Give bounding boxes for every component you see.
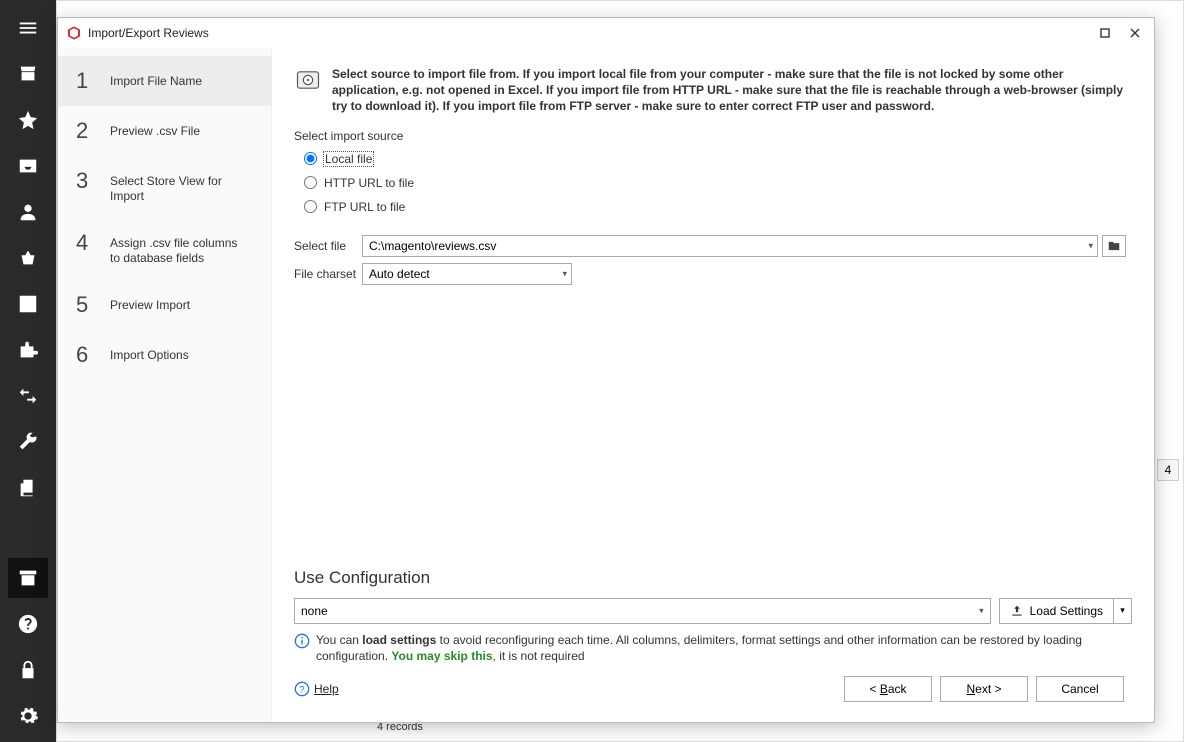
back-u: B — [880, 682, 888, 696]
nav-lock-icon[interactable] — [8, 650, 48, 690]
radio-ftp-url[interactable]: FTP URL to file — [294, 195, 1132, 219]
radio-ftp-url-input[interactable] — [304, 200, 317, 213]
next-u: N — [966, 682, 975, 696]
step-number: 6 — [76, 344, 100, 366]
radio-local-file-label: Local file — [324, 152, 373, 166]
select-file-label: Select file — [294, 239, 358, 253]
browse-button[interactable] — [1102, 235, 1126, 257]
app-sidebar — [0, 0, 56, 742]
dialog-titlebar: Import/Export Reviews — [58, 18, 1154, 48]
dialog-title: Import/Export Reviews — [88, 26, 1090, 40]
select-file-value: C:\magento\reviews.csv — [369, 239, 496, 253]
nav-star-icon[interactable] — [8, 100, 48, 140]
wizard-step-2[interactable]: 2 Preview .csv File — [58, 106, 271, 156]
menu-hamburger-icon[interactable] — [8, 8, 48, 48]
use-configuration-title: Use Configuration — [294, 568, 1132, 588]
back-post: ack — [888, 682, 907, 696]
step-number: 5 — [76, 294, 100, 316]
use-configuration-value: none — [301, 604, 328, 618]
load-settings-button[interactable]: Load Settings ▾ — [999, 598, 1132, 624]
svg-text:?: ? — [299, 684, 304, 694]
radio-ftp-url-label: FTP URL to file — [324, 200, 405, 214]
wizard-step-1[interactable]: 1 Import File Name — [58, 56, 271, 106]
use-configuration-select[interactable]: none ▾ — [294, 598, 991, 624]
wizard-steps: 1 Import File Name 2 Preview .csv File 3… — [58, 48, 272, 722]
uc-info-green: You may skip this — [391, 649, 492, 663]
import-source-label: Select import source — [294, 129, 1132, 143]
nav-sync-icon[interactable] — [8, 376, 48, 416]
step-label: Preview .csv File — [100, 120, 200, 139]
file-charset-select[interactable]: Auto detect ▾ — [362, 263, 572, 285]
uc-info-pre: You can — [316, 633, 362, 647]
import-export-dialog: Import/Export Reviews 1 Import File Name… — [57, 17, 1155, 723]
next-button[interactable]: Next > — [940, 676, 1028, 702]
chevron-down-icon: ▾ — [979, 605, 984, 616]
chevron-down-icon: ▾ — [1088, 240, 1093, 251]
info-text: Select source to import file from. If yo… — [332, 66, 1132, 115]
wizard-step-3[interactable]: 3 Select Store View for Import — [58, 156, 271, 218]
nav-basket-icon[interactable] — [8, 238, 48, 278]
load-settings-label: Load Settings — [1030, 604, 1103, 618]
radio-http-url-label: HTTP URL to file — [324, 176, 414, 190]
nav-inbox-icon[interactable] — [8, 146, 48, 186]
nav-store-icon[interactable] — [8, 54, 48, 94]
back-pre: < — [869, 682, 879, 696]
background-badge: 4 — [1157, 459, 1179, 481]
drive-icon — [294, 66, 322, 94]
help-label: Help — [314, 682, 339, 696]
select-file-input[interactable]: C:\magento\reviews.csv ▾ — [362, 235, 1098, 257]
uc-info-bold: load settings — [362, 633, 436, 647]
step-label: Import File Name — [100, 70, 202, 89]
upload-icon — [1010, 604, 1024, 618]
step-label: Preview Import — [100, 294, 190, 313]
wizard-step-6[interactable]: 6 Import Options — [58, 330, 271, 380]
radio-local-file[interactable]: Local file — [294, 147, 1132, 171]
step-number: 2 — [76, 120, 100, 142]
next-post: ext > — [975, 682, 1001, 696]
nav-help-icon[interactable] — [8, 604, 48, 644]
help-icon: ? — [294, 681, 310, 697]
wizard-step-4[interactable]: 4 Assign .csv file columns to database f… — [58, 218, 271, 280]
file-charset-value: Auto detect — [369, 267, 430, 281]
file-charset-label: File charset — [294, 267, 358, 281]
nav-wrench-icon[interactable] — [8, 422, 48, 462]
folder-icon — [1107, 239, 1121, 253]
chevron-down-icon: ▾ — [562, 268, 567, 279]
step-label: Assign .csv file columns to database fie… — [100, 232, 250, 266]
main-area: 4 4 records Import/Export Reviews 1 Impo… — [56, 0, 1184, 742]
load-settings-main[interactable]: Load Settings — [999, 598, 1114, 624]
step-number: 4 — [76, 232, 100, 254]
close-button[interactable] — [1120, 18, 1150, 48]
nav-copy-icon[interactable] — [8, 468, 48, 508]
nav-user-icon[interactable] — [8, 192, 48, 232]
step-label: Import Options — [100, 344, 189, 363]
step-label: Select Store View for Import — [100, 170, 250, 204]
maximize-button[interactable] — [1090, 18, 1120, 48]
back-button[interactable]: < Back — [844, 676, 932, 702]
use-configuration-info: You can load settings to avoid reconfigu… — [294, 632, 1132, 664]
dialog-content: Select source to import file from. If yo… — [272, 48, 1154, 722]
nav-chart-icon[interactable] — [8, 284, 48, 324]
info-icon — [294, 633, 310, 649]
import-source-radios: Local file HTTP URL to file FTP URL to f… — [294, 147, 1132, 219]
radio-http-url[interactable]: HTTP URL to file — [294, 171, 1132, 195]
step-number: 1 — [76, 70, 100, 92]
wizard-step-5[interactable]: 5 Preview Import — [58, 280, 271, 330]
radio-local-file-input[interactable] — [304, 152, 317, 165]
step-number: 3 — [76, 170, 100, 192]
nav-puzzle-icon[interactable] — [8, 330, 48, 370]
load-settings-dropdown[interactable]: ▾ — [1114, 598, 1132, 624]
cancel-button[interactable]: Cancel — [1036, 676, 1124, 702]
radio-http-url-input[interactable] — [304, 176, 317, 189]
help-link[interactable]: ? Help — [294, 681, 339, 697]
nav-settings-icon[interactable] — [8, 696, 48, 736]
uc-info-post: , it is not required — [493, 649, 585, 663]
app-logo-icon — [66, 25, 82, 41]
nav-archive-icon[interactable] — [8, 558, 48, 598]
